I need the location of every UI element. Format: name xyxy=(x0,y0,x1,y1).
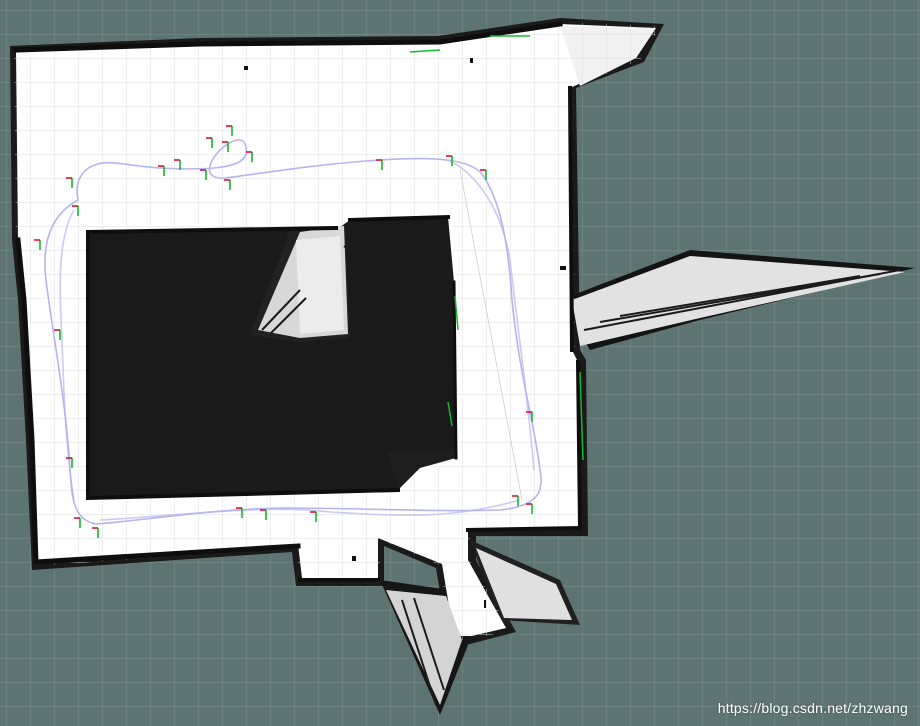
occupancy-grid-map[interactable] xyxy=(0,0,920,726)
map-viewport[interactable] xyxy=(0,0,920,726)
watermark: https://blog.csdn.net/zhzwang xyxy=(717,700,908,716)
